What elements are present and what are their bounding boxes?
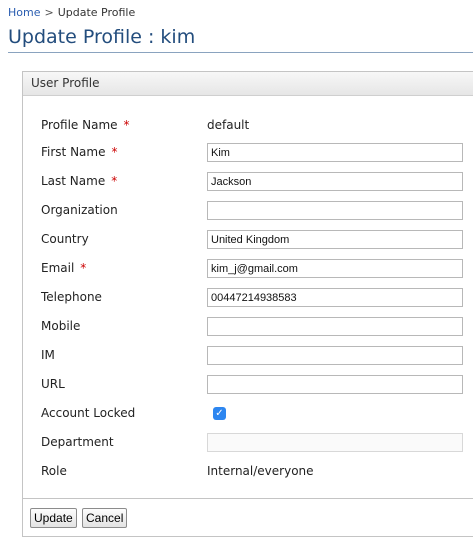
last-name-row: Last Name * [23,172,473,192]
url-row: URL [23,375,473,395]
country-row: Country [23,230,473,250]
department-label: Department [41,435,114,449]
breadcrumb: Home > Update Profile [8,6,135,19]
breadcrumb-home-link[interactable]: Home [8,6,40,19]
mobile-input[interactable] [207,317,463,336]
title-divider [8,52,473,53]
form-actions: Update Cancel [22,499,473,537]
organization-label: Organization [41,203,118,217]
required-marker: * [111,174,118,188]
last-name-input[interactable] [207,172,463,191]
breadcrumb-current: Update Profile [57,6,136,19]
cancel-button[interactable]: Cancel [82,508,128,528]
role-value: Internal/everyone [207,464,314,478]
telephone-input[interactable] [207,288,463,307]
user-profile-panel: User Profile Profile Name * default First… [22,71,473,499]
last-name-label: Last Name * [41,174,118,188]
country-input[interactable] [207,230,463,249]
im-input[interactable] [207,346,463,365]
email-label: Email * [41,261,87,275]
role-label: Role [41,464,67,478]
telephone-row: Telephone [23,288,473,308]
account-locked-checkbox[interactable]: ✓ [213,407,226,420]
panel-header: User Profile [23,72,473,96]
im-label: IM [41,348,55,362]
account-locked-row: Account Locked ✓ [23,404,473,424]
checkmark-icon: ✓ [215,408,224,419]
mobile-label: Mobile [41,319,81,333]
required-marker: * [123,118,130,132]
breadcrumb-separator: > [44,6,54,19]
first-name-row: First Name * [23,143,473,163]
mobile-row: Mobile [23,317,473,337]
account-locked-label: Account Locked [41,406,136,420]
email-row: Email * [23,259,473,279]
url-input[interactable] [207,375,463,394]
first-name-input[interactable] [207,143,463,162]
profile-name-row: Profile Name * default [23,116,473,136]
required-marker: * [111,145,118,159]
update-button[interactable]: Update [30,508,77,528]
department-row: Department [23,433,473,453]
profile-name-label: Profile Name * [41,118,130,132]
profile-name-value: default [207,118,250,132]
telephone-label: Telephone [41,290,102,304]
country-label: Country [41,232,89,246]
organization-input[interactable] [207,201,463,220]
department-input [207,433,463,452]
first-name-label: First Name * [41,145,118,159]
page-title: Update Profile : kim [8,26,196,48]
role-row: Role Internal/everyone [23,462,473,482]
email-input[interactable] [207,259,463,278]
url-label: URL [41,377,65,391]
im-row: IM [23,346,473,366]
organization-row: Organization [23,201,473,221]
required-marker: * [80,261,87,275]
